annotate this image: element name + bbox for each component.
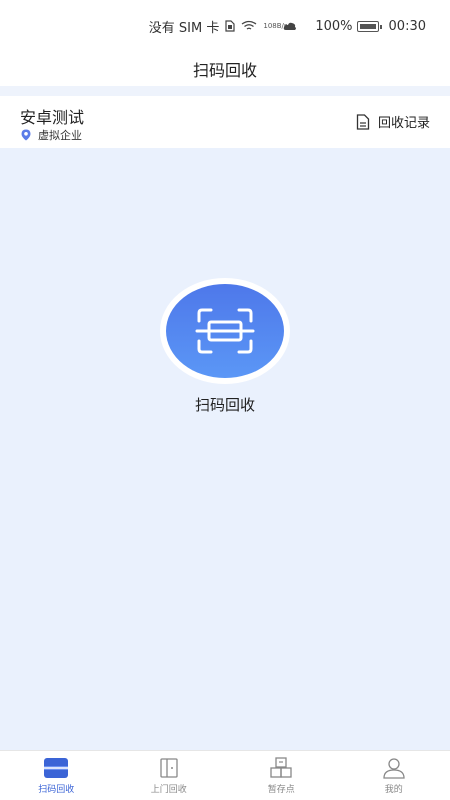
battery-percent: 100%: [315, 18, 353, 34]
location-pin-icon: [21, 129, 31, 141]
clock-time: 00:30: [388, 18, 426, 34]
wifi-icon: [241, 20, 257, 32]
scan-label: 扫码回收: [194, 396, 255, 414]
scan-button[interactable]: [160, 278, 290, 384]
bottom-tab-bar: 扫码回收 上门回收 暂存点 我的: [0, 750, 450, 800]
tab-label: 我的: [384, 785, 403, 795]
user-icon: [383, 758, 405, 779]
company-header: 安卓测试 虚拟企业 回收记录: [0, 96, 450, 148]
recycle-records-label: 回收记录: [377, 116, 430, 131]
sim-icon: [225, 20, 235, 32]
scan-button-circle: [166, 284, 284, 378]
tab-label: 上门回收: [150, 785, 187, 795]
scan-icon: [195, 308, 255, 354]
speed-value: 108: [263, 21, 277, 30]
carrier-text: 没有 SIM 卡: [148, 20, 220, 36]
tab-scan-recycle[interactable]: 扫码回收: [0, 751, 113, 800]
cloud-icon: [283, 21, 297, 31]
storage-icon: [270, 757, 292, 778]
tab-storage-point[interactable]: 暂存点: [225, 751, 338, 800]
status-bar: 没有 SIM 卡 108 B/s 100% 00:30: [0, 0, 450, 52]
divider: [0, 86, 450, 96]
company-name: 安卓测试: [20, 108, 85, 127]
tab-label: 暂存点: [267, 785, 295, 795]
company-type-label: 虚拟企业: [38, 129, 82, 142]
tab-label: 扫码回收: [38, 785, 75, 795]
tab-mine[interactable]: 我的: [338, 751, 450, 800]
battery-icon: [356, 20, 382, 32]
door-icon: [160, 758, 178, 778]
document-icon: [356, 113, 370, 130]
network-speed: 108 B/s: [263, 21, 287, 30]
page-title: 扫码回收: [0, 52, 450, 86]
scan-tab-icon: [43, 758, 70, 778]
tab-door-recycle[interactable]: 上门回收: [113, 751, 226, 800]
company-type: 虚拟企业: [20, 127, 82, 143]
recycle-records-link[interactable]: 回收记录: [356, 112, 430, 131]
main-content: 扫码回收: [0, 148, 450, 750]
